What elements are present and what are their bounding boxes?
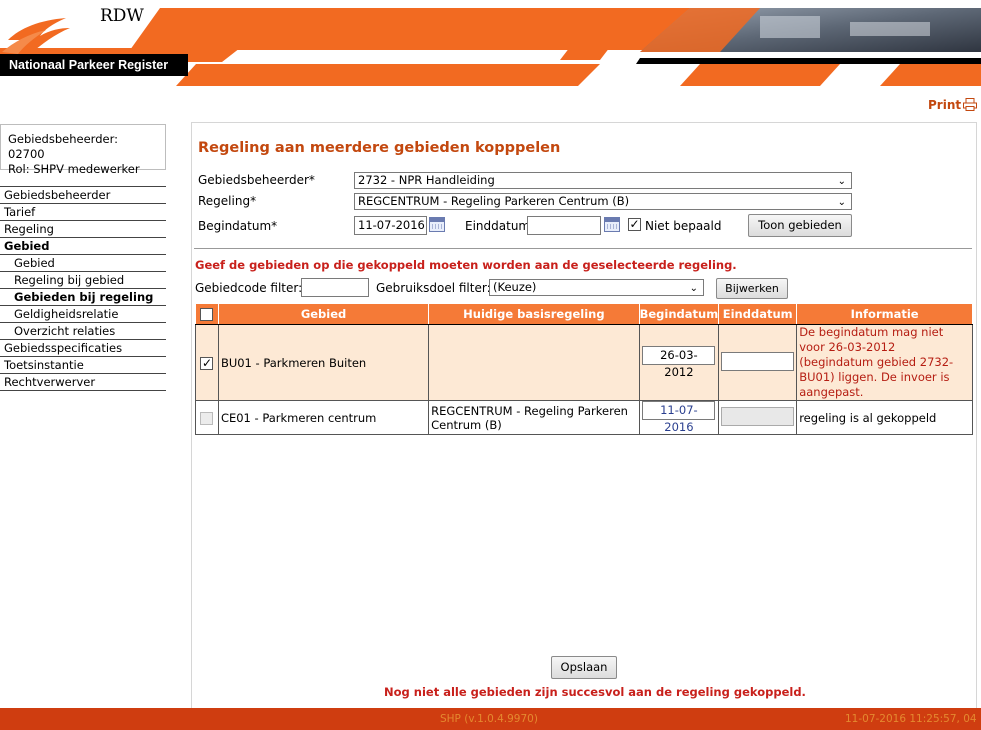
begindatum-cell: 11-07-2016 bbox=[638, 400, 720, 435]
informatie-cell: regeling is al gekoppeld bbox=[796, 400, 973, 435]
row-einddatum-input[interactable] bbox=[721, 351, 795, 371]
begindatum-cell: 26-03-2012 bbox=[638, 324, 720, 401]
chevron-down-icon: ⌄ bbox=[837, 197, 846, 208]
row-checkbox[interactable] bbox=[200, 411, 214, 425]
menu-item-toetsinstantie[interactable]: Toetsinstantie bbox=[0, 357, 166, 374]
table-header-row: Gebied Huidige basisregeling Begindatum … bbox=[195, 303, 973, 325]
instruction-text: Geef de gebieden op die gekoppeld moeten… bbox=[195, 258, 737, 272]
einddatum-input[interactable] bbox=[527, 216, 601, 235]
brand-logo-text: RDW bbox=[100, 6, 144, 26]
header-graphic bbox=[0, 8, 981, 86]
einddatum-label: Einddatum bbox=[465, 219, 531, 233]
sidebar-menu: Gebiedsbeheerder Tarief Regeling Gebied … bbox=[0, 186, 166, 391]
menu-item-gebied[interactable]: Gebied bbox=[0, 238, 166, 255]
version-text: SHP (v.1.0.4.9970) bbox=[440, 713, 538, 725]
row-select-cell bbox=[195, 400, 219, 435]
column-header-informatie: Informatie bbox=[796, 303, 973, 325]
submenu-item-geldigheidsrelatie[interactable]: Geldigheidsrelatie bbox=[0, 306, 166, 323]
informatie-cell: De begindatum mag niet voor 26-03-2012 (… bbox=[796, 324, 973, 401]
regeling-value: REGCENTRUM - Regeling Parkeren Centrum (… bbox=[358, 194, 630, 208]
regeling-label: Regeling* bbox=[198, 194, 257, 208]
calendar-icon[interactable] bbox=[604, 217, 620, 232]
gebruiksdoel-filter-label: Gebruiksdoel filter: bbox=[376, 281, 491, 295]
table-row: CE01 - Parkmeren centrum REGCENTRUM - Re… bbox=[195, 400, 973, 435]
gebied-cell: BU01 - Parkmeren Buiten bbox=[217, 324, 430, 401]
gebiedsbeheerder-select[interactable]: 2732 - NPR Handleiding ⌄ bbox=[354, 172, 852, 189]
row-select-cell: ✓ bbox=[195, 324, 219, 401]
row-checkbox[interactable]: ✓ bbox=[200, 356, 214, 370]
select-all-checkbox[interactable] bbox=[200, 308, 214, 321]
einddatum-cell bbox=[718, 400, 798, 435]
row-begindatum-input[interactable]: 11-07-2016 bbox=[642, 401, 716, 434]
gebieden-table: Gebied Huidige basisregeling Begindatum … bbox=[195, 303, 973, 435]
menu-item-tarief[interactable]: Tarief bbox=[0, 204, 166, 221]
app-title: Nationaal Parkeer Register bbox=[0, 54, 188, 76]
row-einddatum-input bbox=[721, 406, 795, 426]
column-header-gebied[interactable]: Gebied bbox=[217, 303, 430, 325]
menu-item-regeling[interactable]: Regeling bbox=[0, 221, 166, 238]
einddatum-cell bbox=[718, 324, 798, 401]
gebiedcode-filter-input[interactable] bbox=[301, 278, 369, 297]
submenu-item-gebieden-bij-regeling[interactable]: Gebieden bij regeling bbox=[0, 289, 166, 306]
row-begindatum-input[interactable]: 26-03-2012 bbox=[642, 346, 716, 379]
niet-bepaald-label: Niet bepaald bbox=[645, 219, 722, 233]
divider bbox=[194, 248, 972, 249]
begindatum-input[interactable]: 11-07-2016 bbox=[354, 216, 427, 235]
page-title: Regeling aan meerdere gebieden kopppelen bbox=[198, 140, 561, 156]
table-row: ✓ BU01 - Parkmeren Buiten 26-03-2012 De … bbox=[195, 324, 973, 401]
basisregeling-cell bbox=[428, 324, 640, 401]
column-header-einddatum[interactable]: Einddatum bbox=[718, 303, 798, 325]
beheerder-info: Gebiedsbeheerder: 02700 bbox=[8, 132, 118, 161]
header-banner: RDW Nationaal Parkeer Register bbox=[0, 0, 981, 90]
bijwerken-button[interactable]: Bijwerken bbox=[716, 278, 788, 299]
toon-gebieden-button[interactable]: Toon gebieden bbox=[748, 214, 852, 237]
user-info-box: Gebiedsbeheerder: 02700 Rol: SHPV medewe… bbox=[0, 124, 166, 176]
niet-bepaald-checkbox[interactable]: ✓ bbox=[628, 218, 641, 231]
chevron-down-icon: ⌄ bbox=[837, 176, 846, 187]
gebruiksdoel-filter-select[interactable]: (Keuze) ⌄ bbox=[489, 279, 704, 296]
column-header-begindatum[interactable]: Begindatum bbox=[638, 303, 720, 325]
gebiedcode-filter-label: Gebiedcode filter: bbox=[195, 281, 303, 295]
chevron-down-icon: ⌄ bbox=[689, 283, 698, 294]
begindatum-label: Begindatum* bbox=[198, 219, 278, 233]
gebruiksdoel-filter-value: (Keuze) bbox=[493, 280, 537, 294]
menu-item-gebiedsbeheerder[interactable]: Gebiedsbeheerder bbox=[0, 187, 166, 204]
select-all-header bbox=[195, 303, 219, 325]
gebiedsbeheerder-label: Gebiedsbeheerder* bbox=[198, 173, 315, 187]
submenu-item-gebied[interactable]: Gebied bbox=[0, 255, 166, 272]
gebied-cell: CE01 - Parkmeren centrum bbox=[217, 400, 430, 435]
opslaan-button[interactable]: Opslaan bbox=[551, 656, 617, 679]
regeling-select[interactable]: REGCENTRUM - Regeling Parkeren Centrum (… bbox=[354, 193, 852, 210]
menu-item-gebiedsspecificaties[interactable]: Gebiedsspecificaties bbox=[0, 340, 166, 357]
footer: SHP (v.1.0.4.9970) 11-07-2016 11:25:57, … bbox=[0, 708, 981, 730]
submenu-item-regeling-bij-gebied[interactable]: Regeling bij gebied bbox=[0, 272, 166, 289]
print-link[interactable]: Print bbox=[928, 98, 961, 112]
calendar-icon[interactable] bbox=[429, 217, 445, 232]
gebiedsbeheerder-value: 2732 - NPR Handleiding bbox=[358, 173, 495, 187]
menu-item-rechtverwerver[interactable]: Rechtverwerver bbox=[0, 374, 166, 391]
timestamp-text: 11-07-2016 11:25:57, 04 bbox=[845, 713, 977, 725]
basisregeling-cell: REGCENTRUM - Regeling Parkeren Centrum (… bbox=[428, 400, 640, 435]
save-error-message: Nog niet alle gebieden zijn succesvol aa… bbox=[384, 685, 806, 699]
printer-icon[interactable] bbox=[963, 98, 977, 111]
submenu-item-overzicht-relaties[interactable]: Overzicht relaties bbox=[0, 323, 166, 340]
role-info: Rol: SHPV medewerker bbox=[8, 162, 140, 176]
column-header-basisregeling[interactable]: Huidige basisregeling bbox=[428, 303, 640, 325]
